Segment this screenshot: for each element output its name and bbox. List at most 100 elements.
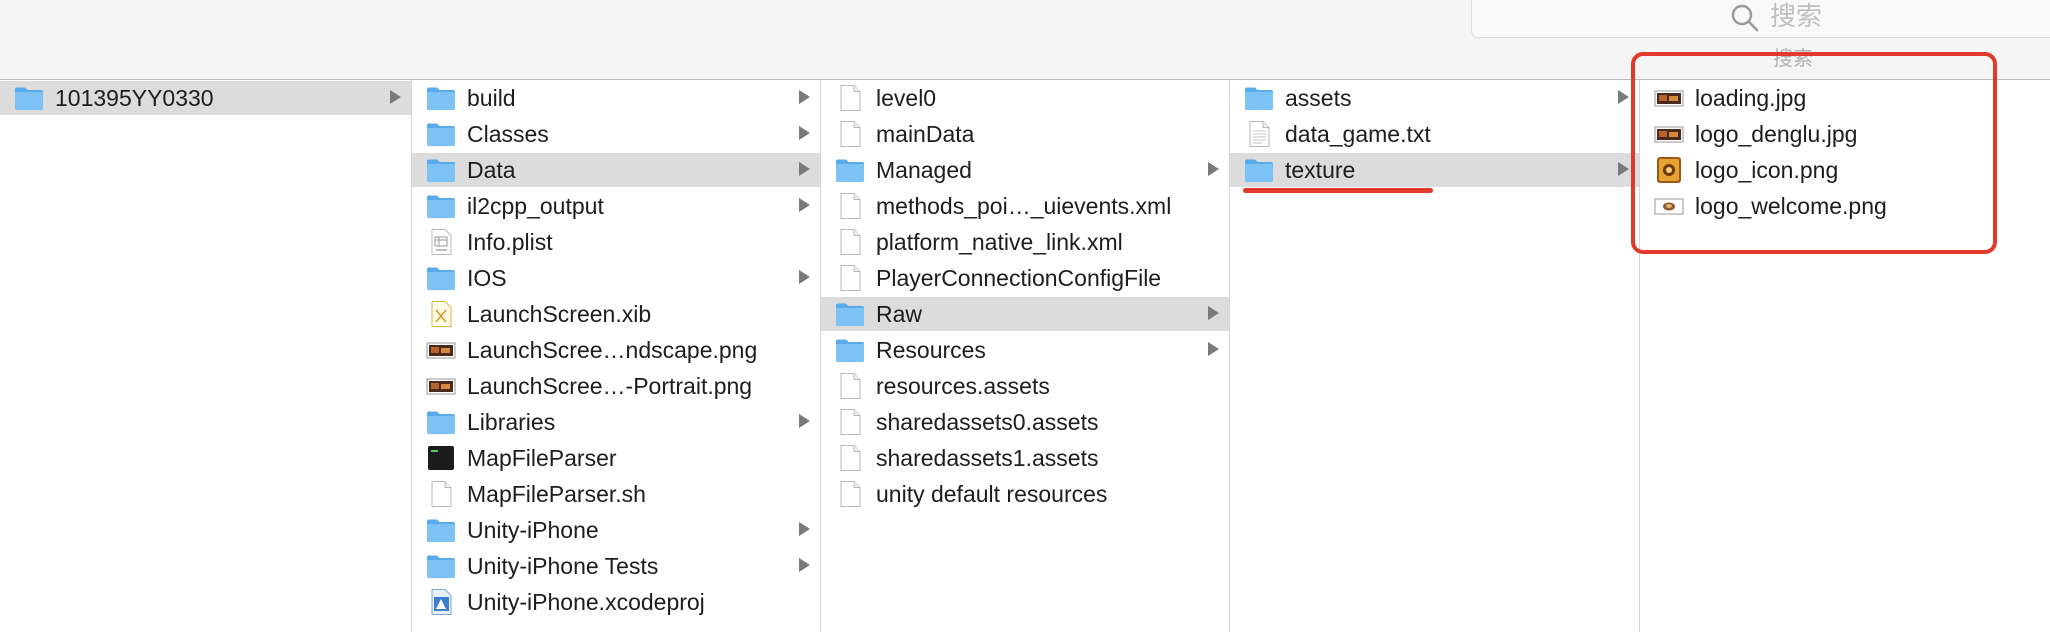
file-row-sharedassets0-assets[interactable]: sharedassets0.assets: [821, 405, 1229, 439]
file-row-mapfileparser-sh[interactable]: MapFileParser.sh: [412, 477, 820, 511]
file-name: level0: [876, 85, 937, 111]
image-thumbnail-icon: [426, 337, 456, 363]
file-row-libraries[interactable]: Libraries: [412, 405, 820, 439]
folder-icon: [835, 337, 865, 363]
document-icon: [835, 229, 865, 255]
file-name: LaunchScreen.xib: [467, 301, 652, 327]
disclosure-arrow-icon: [390, 90, 401, 104]
column-root: 101395YY0330: [0, 80, 412, 632]
plist-file-icon: [426, 229, 456, 255]
file-row-logo-denglu-jpg[interactable]: logo_denglu.jpg: [1640, 117, 2050, 151]
folder-icon: [426, 157, 456, 183]
column-browser: 101395YY0330 build Classes Data il2cpp_outp…: [0, 80, 2050, 632]
file-name: Libraries: [467, 409, 556, 435]
file-row-unity-iphone[interactable]: Unity-iPhone: [412, 513, 820, 547]
search-input[interactable]: [1770, 1, 1990, 33]
terminal-executable-icon: [426, 445, 456, 471]
xcodeproj-icon: [426, 589, 456, 615]
file-name: LaunchScree…-Portrait.png: [467, 373, 753, 399]
document-icon: [835, 445, 865, 471]
disclosure-arrow-icon: [799, 198, 810, 212]
search-caption: 搜索: [1773, 46, 1813, 70]
file-row-data-game-txt[interactable]: data_game.txt: [1230, 117, 1639, 151]
file-row-data[interactable]: Data: [412, 153, 820, 187]
disclosure-arrow-icon: [799, 414, 810, 428]
file-row-ios[interactable]: IOS: [412, 261, 820, 295]
file-row-info-plist[interactable]: Info.plist: [412, 225, 820, 259]
file-row-sharedassets1-assets[interactable]: sharedassets1.assets: [821, 441, 1229, 475]
folder-icon: [426, 265, 456, 291]
file-name: PlayerConnectionConfigFile: [876, 265, 1162, 291]
file-name: Resources: [876, 337, 986, 363]
column-raw: assets data_game.txttexture: [1230, 80, 1640, 632]
image-thumbnail-icon: [426, 373, 456, 399]
document-icon: [835, 193, 865, 219]
file-name: Classes: [467, 121, 549, 147]
file-name: Info.plist: [467, 229, 553, 255]
file-row-raw[interactable]: Raw: [821, 297, 1229, 331]
disclosure-arrow-icon: [1618, 162, 1629, 176]
file-row-logo-welcome-png[interactable]: logo_welcome.png: [1640, 189, 2050, 223]
file-row-mapfileparser[interactable]: MapFileParser: [412, 441, 820, 475]
file-row-texture[interactable]: texture: [1230, 153, 1639, 187]
folder-icon: [835, 157, 865, 183]
disclosure-arrow-icon: [799, 522, 810, 536]
image-thumbnail-icon: [1654, 85, 1684, 111]
file-name: platform_native_link.xml: [876, 229, 1123, 255]
file-row-launchscreen-xib[interactable]: LaunchScreen.xib: [412, 297, 820, 331]
file-name: mainData: [876, 121, 975, 147]
document-icon: [426, 481, 456, 507]
xib-file-icon: [426, 301, 456, 327]
search-field[interactable]: [1471, 0, 2050, 38]
document-icon: [835, 121, 865, 147]
file-row-classes[interactable]: Classes: [412, 117, 820, 151]
file-row-maindata[interactable]: mainData: [821, 117, 1229, 151]
file-name: methods_poi…_uievents.xml: [876, 193, 1172, 219]
file-row-assets[interactable]: assets: [1230, 81, 1639, 115]
document-icon: [835, 265, 865, 291]
file-row-unity-default-resources[interactable]: unity default resources: [821, 477, 1229, 511]
file-name: build: [467, 85, 516, 111]
file-name: unity default resources: [876, 481, 1108, 507]
file-row-playerconnectionconfigfile[interactable]: PlayerConnectionConfigFile: [821, 261, 1229, 295]
disclosure-arrow-icon: [799, 558, 810, 572]
file-row-101395yy0330[interactable]: 101395YY0330: [0, 81, 411, 115]
file-row-managed[interactable]: Managed: [821, 153, 1229, 187]
file-row-resources-assets[interactable]: resources.assets: [821, 369, 1229, 403]
file-name: resources.assets: [876, 373, 1050, 399]
file-name: data_game.txt: [1285, 121, 1431, 147]
disclosure-arrow-icon: [799, 126, 810, 140]
finder-toolbar: [0, 0, 2050, 80]
file-row-launchscree-ndscape-png[interactable]: LaunchScree…ndscape.png: [412, 333, 820, 367]
file-row-loading-jpg[interactable]: loading.jpg: [1640, 81, 2050, 115]
column-data: level0 mainData Managed methods_poi…_uieven…: [821, 80, 1230, 632]
folder-icon: [426, 517, 456, 543]
file-row-unity-iphone-xcodeproj[interactable]: Unity-iPhone.xcodeproj: [412, 585, 820, 619]
text-file-icon: [1244, 121, 1274, 147]
file-name: IOS: [467, 265, 507, 291]
file-row-level0[interactable]: level0: [821, 81, 1229, 115]
folder-icon: [1244, 85, 1274, 111]
image-thumbnail-icon: [1654, 121, 1684, 147]
file-row-launchscree-portrait-png[interactable]: LaunchScree…-Portrait.png: [412, 369, 820, 403]
file-row-platform-native-link-xml[interactable]: platform_native_link.xml: [821, 225, 1229, 259]
file-row-methods-poi-uievents-xml[interactable]: methods_poi…_uievents.xml: [821, 189, 1229, 223]
file-name: Managed: [876, 157, 972, 183]
folder-icon: [426, 85, 456, 111]
column-project: build Classes Data il2cpp_output Info.plist I…: [412, 80, 821, 632]
folder-icon: [426, 553, 456, 579]
file-name: assets: [1285, 85, 1352, 111]
file-row-il2cpp-output[interactable]: il2cpp_output: [412, 189, 820, 223]
small-image-thumbnail-icon: [1654, 193, 1684, 219]
file-row-resources[interactable]: Resources: [821, 333, 1229, 367]
disclosure-arrow-icon: [799, 90, 810, 104]
folder-icon: [426, 121, 456, 147]
file-name: MapFileParser.sh: [467, 481, 646, 507]
document-icon: [835, 409, 865, 435]
folder-icon: [426, 193, 456, 219]
file-row-unity-iphone-tests[interactable]: Unity-iPhone Tests: [412, 549, 820, 583]
file-name: 101395YY0330: [55, 85, 214, 111]
file-row-logo-icon-png[interactable]: logo_icon.png: [1640, 153, 2050, 187]
file-name: Raw: [876, 301, 923, 327]
file-row-build[interactable]: build: [412, 81, 820, 115]
